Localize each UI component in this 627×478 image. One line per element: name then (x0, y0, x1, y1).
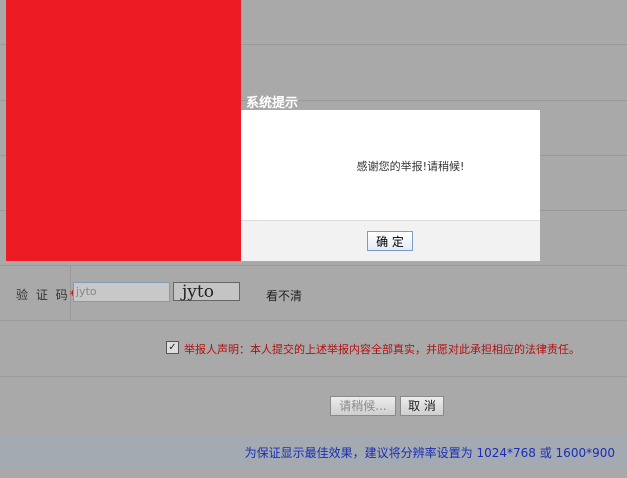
submit-button[interactable]: 请稍候... (330, 396, 396, 416)
system-dialog: 感谢您的举报!请稍候! 确 定 (241, 110, 540, 261)
ok-button[interactable]: 确 定 (367, 231, 413, 251)
row-divider (0, 265, 627, 266)
captcha-input[interactable]: jyto (73, 282, 170, 302)
row-divider (0, 320, 627, 321)
cancel-button[interactable]: 取 消 (400, 396, 444, 416)
footer-note: 为保证显示最佳效果，建议将分辨率设置为 1024*768 或 1600*900 (244, 446, 615, 460)
dialog-title: 系统提示 (246, 96, 299, 111)
row-divider (0, 376, 627, 377)
captcha-refresh-link[interactable]: 看不清 (266, 287, 302, 304)
declaration-checkbox[interactable]: ✓ (166, 341, 179, 354)
dialog-footer: 确 定 (241, 220, 540, 261)
captcha-label: 验 证 码* (16, 286, 76, 303)
captcha-image[interactable]: jyto (173, 282, 240, 301)
declaration-text: 举报人声明：本人提交的上述举报内容全部真实，并愿对此承担相应的法律责任。 (184, 343, 580, 356)
dialog-message: 感谢您的举报!请稍候! (356, 160, 465, 173)
captcha-label-text: 验 证 码 (16, 288, 70, 302)
red-block (6, 0, 241, 261)
